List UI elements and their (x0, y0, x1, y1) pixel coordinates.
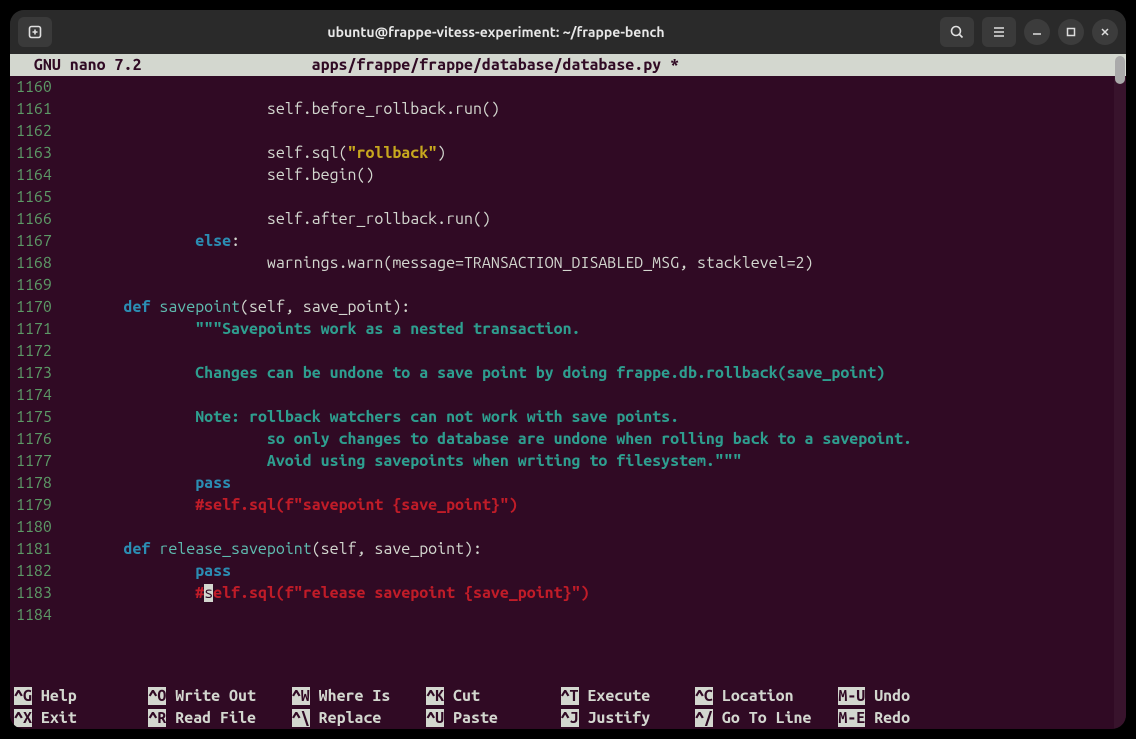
hamburger-icon (991, 24, 1007, 40)
code-line[interactable]: self.begin() (52, 164, 1126, 186)
code-line[interactable] (52, 384, 1126, 406)
code-content[interactable]: self.before_rollback.run() self.sql("rol… (52, 76, 1126, 663)
code-line[interactable] (52, 120, 1126, 142)
close-icon (1100, 27, 1110, 37)
code-line[interactable]: """Savepoints work as a nested transacti… (52, 318, 1126, 340)
window-title: ubuntu@frappe-vitess-experiment: ~/frapp… (52, 24, 940, 40)
code-line[interactable]: #self.sql(f"savepoint {save_point}") (52, 494, 1126, 516)
code-line[interactable]: #self.sql(f"release savepoint {save_poin… (52, 582, 1126, 604)
terminal-window: ubuntu@frappe-vitess-experiment: ~/frapp… (10, 10, 1126, 729)
titlebar: ubuntu@frappe-vitess-experiment: ~/frapp… (10, 10, 1126, 54)
scrollbar[interactable] (1114, 54, 1126, 729)
code-line[interactable]: warnings.warn(message=TRANSACTION_DISABL… (52, 252, 1126, 274)
code-line[interactable]: self.after_rollback.run() (52, 208, 1126, 230)
scrollbar-thumb[interactable] (1115, 56, 1125, 84)
code-line[interactable]: Note: rollback watchers can not work wit… (52, 406, 1126, 428)
code-line[interactable] (52, 274, 1126, 296)
nano-shortcuts: ^G Help ^O Write Out ^W Where Is ^K Cut … (10, 685, 1126, 729)
code-line[interactable]: self.sql("rollback") (52, 142, 1126, 164)
code-line[interactable] (52, 186, 1126, 208)
code-line[interactable] (52, 604, 1126, 626)
terminal-body[interactable]: GNU nano 7.2 apps/frappe/frappe/database… (10, 54, 1126, 729)
close-button[interactable] (1092, 19, 1118, 45)
code-line[interactable]: so only changes to database are undone w… (52, 428, 1126, 450)
new-tab-icon (27, 24, 43, 40)
menu-button[interactable] (982, 17, 1016, 47)
editor-area[interactable]: 1160 1161 1162 1163 1164 1165 1166 1167 … (10, 76, 1126, 663)
minimize-button[interactable] (1024, 19, 1050, 45)
code-line[interactable] (52, 516, 1126, 538)
code-line[interactable]: pass (52, 472, 1126, 494)
code-line[interactable]: else: (52, 230, 1126, 252)
code-line[interactable] (52, 76, 1126, 98)
search-button[interactable] (940, 17, 974, 47)
code-line[interactable]: self.before_rollback.run() (52, 98, 1126, 120)
code-line[interactable]: pass (52, 560, 1126, 582)
code-line[interactable] (52, 340, 1126, 362)
line-number-gutter: 1160 1161 1162 1163 1164 1165 1166 1167 … (10, 76, 52, 663)
new-tab-button[interactable] (18, 17, 52, 47)
search-icon (949, 24, 965, 40)
maximize-icon (1066, 27, 1076, 37)
code-line[interactable]: def savepoint(self, save_point): (52, 296, 1126, 318)
minimize-icon (1032, 27, 1042, 37)
code-line[interactable]: Changes can be undone to a save point by… (52, 362, 1126, 384)
code-line[interactable]: def release_savepoint(self, save_point): (52, 538, 1126, 560)
nano-header: GNU nano 7.2 apps/frappe/frappe/database… (10, 54, 1126, 76)
maximize-button[interactable] (1058, 19, 1084, 45)
code-line[interactable]: Avoid using savepoints when writing to f… (52, 450, 1126, 472)
